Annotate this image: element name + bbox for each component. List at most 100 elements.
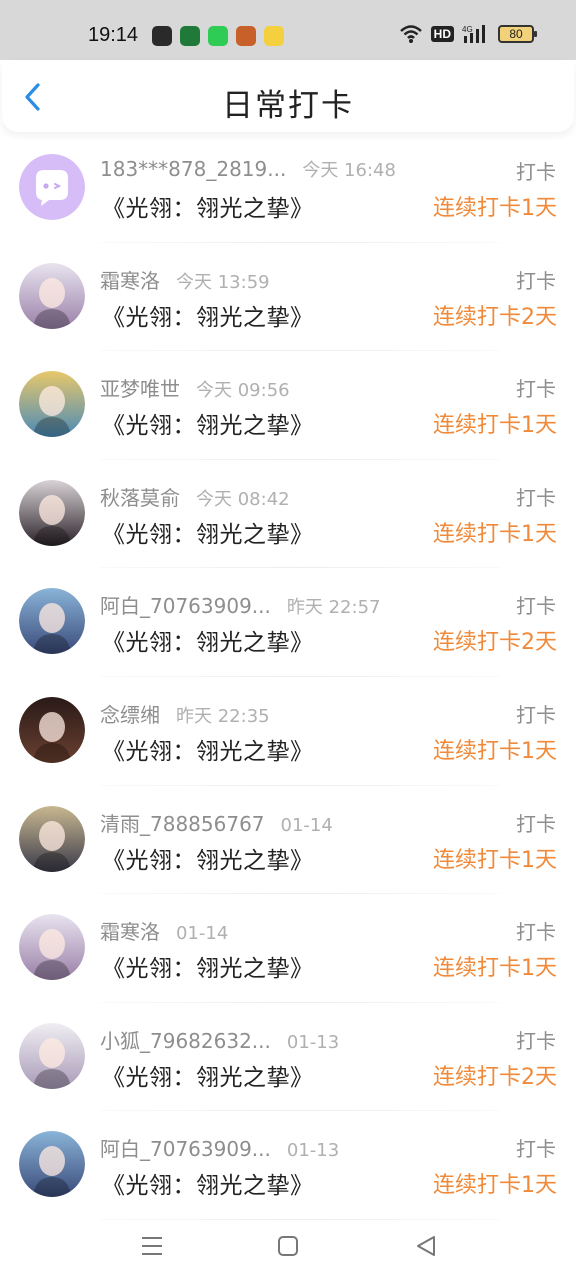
user-name[interactable]: 霜寒洛 (100, 916, 160, 945)
checkin-label: 打卡 (516, 920, 556, 945)
user-name[interactable]: 阿白_70763909... (100, 590, 271, 619)
streak-label: 连续打卡1天 (433, 956, 557, 982)
checkin-row[interactable]: 阿白_70763909... 昨天 22:57 打卡 《光翎：翎光之挚》 连续打… (0, 568, 576, 677)
checkin-time: 今天 08:42 (196, 488, 290, 510)
streak-label: 连续打卡2天 (433, 304, 557, 330)
checkin-label: 打卡 (516, 594, 556, 619)
user-name[interactable]: 小狐_79682632... (100, 1025, 271, 1054)
book-title[interactable]: 《光翎：翎光之挚》 (102, 841, 314, 875)
book-title[interactable]: 《光翎：翎光之挚》 (102, 298, 314, 332)
book-title[interactable]: 《光翎：翎光之挚》 (102, 406, 314, 440)
system-icons: HD 4G 80 (399, 24, 537, 44)
name-line: 亚梦唯世 今天 09:56 (100, 373, 290, 402)
avatar[interactable] (19, 1131, 85, 1198)
checkin-label: 打卡 (516, 811, 556, 836)
checkin-row[interactable]: 秋落莫俞 今天 08:42 打卡 《光翎：翎光之挚》 连续打卡1天 (0, 460, 576, 569)
checkin-time: 今天 13:59 (176, 271, 270, 293)
book-title[interactable]: 《光翎：翎光之挚》 (102, 949, 314, 983)
game-app-icon (236, 26, 256, 46)
name-line: 阿白_70763909... 昨天 22:57 (100, 590, 380, 619)
user-name[interactable]: 183***878_2819... (100, 157, 286, 181)
avatar[interactable] (19, 696, 85, 763)
checkin-time: 01-13 (286, 1031, 340, 1053)
green-app-icon (208, 26, 228, 46)
system-nav-bar (0, 1210, 576, 1280)
avatar[interactable] (19, 588, 85, 655)
streak-label: 连续打卡1天 (433, 738, 557, 764)
book-title[interactable]: 《光翎：翎光之挚》 (102, 1166, 314, 1200)
avatar[interactable] (19, 479, 85, 546)
checkin-row[interactable]: 霜寒洛 01-14 打卡 《光翎：翎光之挚》 连续打卡1天 (0, 894, 576, 1003)
book-title[interactable]: 《光翎：翎光之挚》 (102, 189, 314, 223)
checkin-time: 昨天 22:35 (176, 705, 270, 727)
checkin-row[interactable]: 183***878_2819... 今天 16:48 打卡 《光翎：翎光之挚》 … (0, 134, 576, 243)
checkin-label: 打卡 (516, 268, 556, 293)
streak-label: 连续打卡1天 (433, 521, 557, 547)
menu-icon[interactable] (138, 1232, 166, 1260)
name-line: 霜寒洛 01-14 (100, 916, 229, 945)
avatar[interactable] (19, 914, 85, 981)
checkin-time: 今天 16:48 (302, 160, 396, 181)
user-name[interactable]: 清雨_788856767 (100, 808, 265, 837)
notification-icons (152, 26, 284, 46)
oppo-app-icon (180, 26, 200, 46)
book-title[interactable]: 《光翎：翎光之挚》 (102, 623, 314, 657)
book-title[interactable]: 《光翎：翎光之挚》 (102, 732, 314, 766)
back-triangle-icon[interactable] (412, 1232, 440, 1260)
checkin-row[interactable]: 亚梦唯世 今天 09:56 打卡 《光翎：翎光之挚》 连续打卡1天 (0, 351, 576, 460)
checkin-row[interactable]: 小狐_79682632... 01-13 打卡 《光翎：翎光之挚》 连续打卡2天 (0, 1003, 576, 1112)
battery-indicator: 80 (498, 25, 537, 43)
wifi-icon (399, 25, 422, 43)
signal-icon: 4G (462, 25, 485, 43)
home-icon[interactable] (274, 1232, 302, 1260)
checkin-time: 01-14 (280, 814, 333, 836)
checkin-label: 打卡 (516, 485, 556, 510)
streak-label: 连续打卡2天 (433, 1064, 557, 1090)
avatar[interactable] (19, 262, 85, 329)
checkin-row[interactable]: 念缥缃 昨天 22:35 打卡 《光翎：翎光之挚》 连续打卡1天 (0, 677, 576, 786)
checkin-list: 183***878_2819... 今天 16:48 打卡 《光翎：翎光之挚》 … (0, 134, 576, 1220)
book-title[interactable]: 《光翎：翎光之挚》 (102, 515, 314, 549)
status-time: 19:14 (88, 24, 139, 46)
page-title: 日常打卡 (222, 88, 354, 124)
network-type: 4G (462, 25, 473, 34)
name-line: 阿白_70763909... 01-13 (100, 1133, 340, 1162)
name-line: 小狐_79682632... 01-13 (100, 1025, 340, 1054)
name-line: 183***878_2819... 今天 16:48 (100, 156, 396, 182)
name-line: 霜寒洛 今天 13:59 (100, 265, 270, 294)
book-title[interactable]: 《光翎：翎光之挚》 (102, 1058, 314, 1092)
user-name[interactable]: 秋落莫俞 (100, 482, 180, 511)
checkin-time: 01-13 (286, 1140, 340, 1162)
user-name[interactable]: 念缥缃 (100, 699, 160, 728)
streak-label: 连续打卡1天 (433, 847, 557, 873)
checkin-label: 打卡 (516, 160, 556, 184)
checkin-label: 打卡 (516, 1137, 556, 1162)
checkin-label: 打卡 (516, 1028, 556, 1053)
name-line: 念缥缃 昨天 22:35 (100, 699, 270, 728)
user-name[interactable]: 阿白_70763909... (100, 1133, 271, 1162)
checkin-label: 打卡 (516, 377, 556, 402)
checkin-label: 打卡 (516, 702, 556, 727)
checkin-row[interactable]: 霜寒洛 今天 13:59 打卡 《光翎：翎光之挚》 连续打卡2天 (0, 243, 576, 352)
name-line: 清雨_788856767 01-14 (100, 808, 333, 837)
user-name[interactable]: 霜寒洛 (100, 265, 160, 294)
hd-badge: HD (430, 26, 454, 42)
streak-label: 连续打卡1天 (433, 196, 557, 221)
streak-label: 连续打卡1天 (433, 1173, 557, 1199)
checkin-time: 01-14 (176, 923, 229, 945)
checkin-row[interactable]: 清雨_788856767 01-14 打卡 《光翎：翎光之挚》 连续打卡1天 (0, 786, 576, 895)
chat-app-icon (264, 26, 284, 46)
avatar[interactable] (19, 1022, 85, 1089)
streak-label: 连续打卡2天 (433, 630, 557, 656)
avatar[interactable] (19, 371, 85, 438)
avatar[interactable] (19, 805, 85, 872)
streak-label: 连续打卡1天 (433, 413, 557, 439)
user-name[interactable]: 亚梦唯世 (100, 373, 180, 402)
avatar[interactable] (19, 154, 85, 220)
checkin-row[interactable]: 阿白_70763909... 01-13 打卡 《光翎：翎光之挚》 连续打卡1天 (0, 1111, 576, 1220)
name-line: 秋落莫俞 今天 08:42 (100, 482, 290, 511)
mask-app-icon (152, 26, 172, 46)
checkin-time: 今天 09:56 (196, 380, 290, 402)
status-bar: 19:14 HD 4G 80 (0, 0, 576, 60)
header-bar: 日常打卡 (2, 60, 574, 132)
